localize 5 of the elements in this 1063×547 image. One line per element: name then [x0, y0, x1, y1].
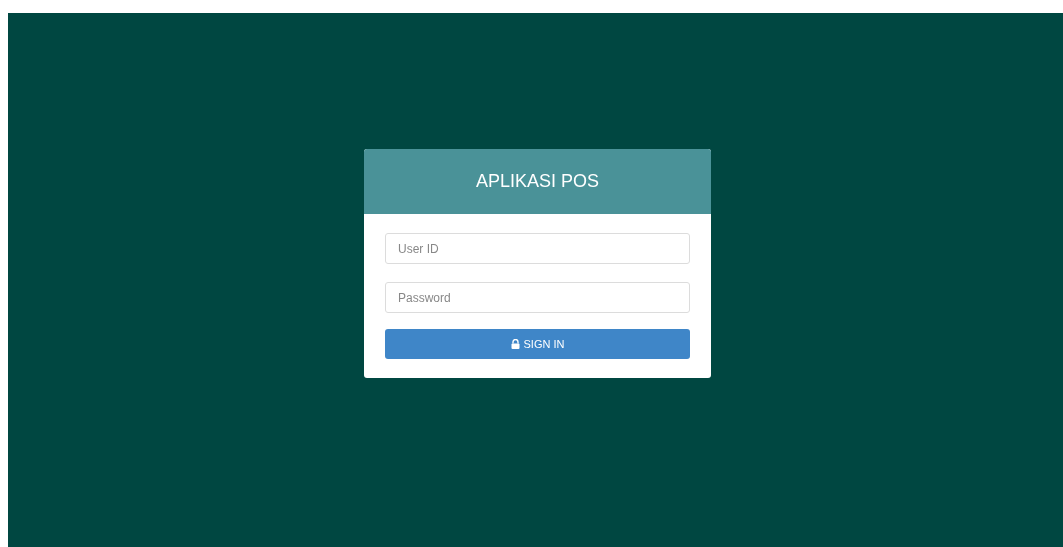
- sign-in-button[interactable]: SIGN IN: [385, 329, 690, 359]
- app-title: APLIKASI POS: [475, 171, 600, 192]
- password-field[interactable]: Password: [385, 282, 690, 313]
- lock-icon: [510, 339, 520, 349]
- user-id-field[interactable]: User ID: [385, 233, 690, 264]
